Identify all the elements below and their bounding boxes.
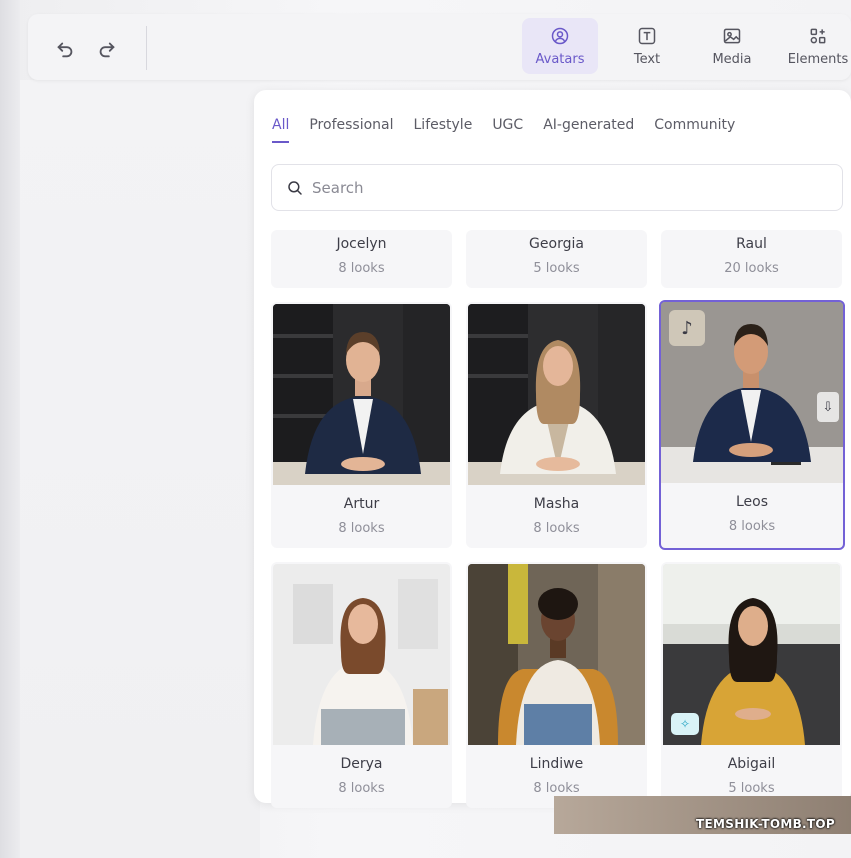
watermark: TEMSHIK-TOMB.TOP: [696, 817, 835, 831]
image-icon: [723, 28, 741, 43]
avatar-caption: Derya 8 looks: [273, 756, 450, 796]
avatar-caption: Raul 20 looks: [663, 236, 840, 276]
avatars-panel: All Professional Lifestyle UGC AI-genera…: [254, 90, 851, 808]
avatar-card-abigail[interactable]: ✧ Abigail 5 looks: [661, 562, 842, 808]
avatar-caption: Abigail 5 looks: [663, 756, 840, 796]
search-placeholder: Search: [312, 178, 364, 197]
tool-label: Elements: [787, 51, 849, 67]
avatar-caption: Leos 8 looks: [661, 494, 843, 534]
avatar-name: Jocelyn: [336, 236, 387, 252]
window-edge: [0, 0, 20, 858]
avatar-thumbnail: [273, 304, 450, 485]
avatar-name: Raul: [736, 236, 767, 252]
redo-button[interactable]: [94, 36, 120, 62]
avatar-name: Leos: [735, 494, 769, 510]
avatar-looks: 8 looks: [533, 521, 580, 536]
avatar-name: Lindiwe: [529, 756, 584, 772]
avatar-looks: 5 looks: [728, 781, 775, 796]
search-input[interactable]: Search: [271, 164, 843, 211]
redo-icon: [99, 42, 115, 58]
tool-avatars[interactable]: Avatars: [522, 18, 598, 74]
avatar-name: Georgia: [529, 236, 584, 252]
avatar-caption: Artur 8 looks: [273, 496, 450, 536]
avatar-card-raul[interactable]: Raul 20 looks: [661, 230, 842, 288]
avatar-card-lindiwe[interactable]: Lindiwe 8 looks: [466, 562, 647, 808]
avatar-icon: [551, 27, 569, 44]
tab-community[interactable]: Community: [654, 117, 735, 143]
tool-label: Text: [633, 51, 661, 67]
avatar-looks: 20 looks: [724, 261, 779, 276]
avatar-thumbnail: ✧: [663, 564, 840, 745]
editor-canvas: [20, 80, 260, 858]
music-note-icon: ♪: [669, 310, 705, 346]
avatar-caption: Masha 8 looks: [468, 496, 645, 536]
avatar-thumbnail: [468, 564, 645, 745]
avatar-card-derya[interactable]: Derya 8 looks: [271, 562, 452, 808]
avatar-looks: 8 looks: [338, 521, 385, 536]
avatar-card-jocelyn[interactable]: Jocelyn 8 looks: [271, 230, 452, 288]
search-icon: [288, 180, 302, 195]
tool-label: Avatars: [535, 51, 585, 67]
avatar-looks: 8 looks: [338, 781, 385, 796]
avatar-looks: 5 looks: [533, 261, 580, 276]
text-icon: [638, 27, 656, 44]
avatar-thumbnail: [468, 304, 645, 485]
avatar-looks: 8 looks: [728, 519, 776, 534]
avatar-card-georgia[interactable]: Georgia 5 looks: [466, 230, 647, 288]
avatar-name: Abigail: [727, 756, 776, 772]
avatar-looks: 8 looks: [533, 781, 580, 796]
tab-professional[interactable]: Professional: [309, 117, 393, 143]
tool-elements[interactable]: Elements: [780, 18, 851, 74]
tab-ai-generated[interactable]: AI-generated: [543, 117, 634, 143]
avatar-name: Derya: [340, 756, 383, 772]
avatar-caption: Lindiwe 8 looks: [468, 756, 645, 796]
download-icon[interactable]: ⇩: [817, 392, 839, 422]
avatar-card-masha[interactable]: Masha 8 looks: [466, 302, 647, 548]
sparkle-badge-icon: ✧: [671, 713, 699, 735]
avatar-card-leos[interactable]: ♪ ⇩ Leos 8 looks: [659, 300, 845, 550]
avatar-looks: 8 looks: [338, 261, 385, 276]
tool-text[interactable]: Text: [609, 18, 685, 74]
avatar-thumbnail: [273, 564, 450, 745]
undo-icon: [57, 42, 73, 58]
shapes-icon: [810, 28, 826, 43]
avatar-name: Artur: [343, 496, 380, 512]
tab-lifestyle[interactable]: Lifestyle: [414, 117, 473, 143]
avatar-thumbnail: ♪ ⇩: [661, 302, 843, 483]
toolbar-divider: [146, 26, 147, 70]
undo-button[interactable]: [52, 36, 78, 62]
avatar-caption: Georgia 5 looks: [468, 236, 645, 276]
tab-ugc[interactable]: UGC: [492, 117, 523, 143]
category-tabs: All Professional Lifestyle UGC AI-genera…: [272, 117, 755, 143]
app-frame: Avatars Text Media Elements All Professi…: [0, 0, 851, 858]
avatar-card-artur[interactable]: Artur 8 looks: [271, 302, 452, 548]
avatar-name: Masha: [533, 496, 580, 512]
avatar-caption: Jocelyn 8 looks: [273, 236, 450, 276]
tool-media[interactable]: Media: [694, 18, 770, 74]
top-toolbar: Avatars Text Media Elements: [28, 14, 851, 80]
tool-label: Media: [712, 51, 752, 67]
tab-all[interactable]: All: [272, 117, 290, 143]
